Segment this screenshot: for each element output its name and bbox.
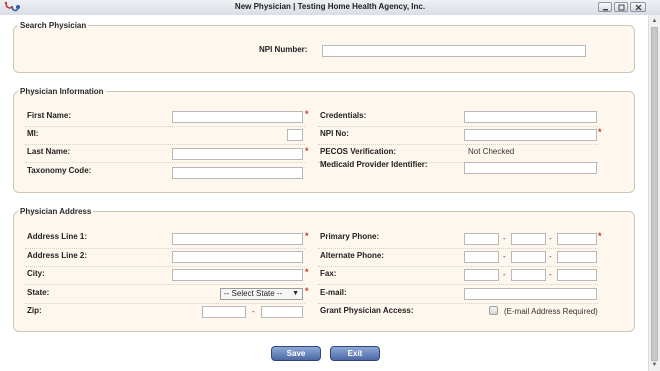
zip-input[interactable]	[202, 306, 246, 318]
row-divider	[25, 162, 305, 163]
minimize-icon	[603, 9, 608, 11]
required-marker: *	[305, 231, 309, 241]
maximize-icon	[618, 4, 625, 11]
vertical-scrollbar[interactable]: ▲ ▼	[648, 15, 660, 371]
alternate-phone-prefix-input[interactable]	[511, 251, 546, 263]
city-input[interactable]	[172, 269, 303, 281]
required-marker: *	[305, 286, 309, 296]
primary-phone-prefix-input[interactable]	[511, 233, 546, 245]
primary-phone-area-input[interactable]	[464, 233, 499, 245]
npi-number-input[interactable]	[322, 45, 586, 57]
required-marker: *	[305, 109, 309, 119]
pecos-status: Not Checked	[468, 147, 515, 156]
address-line-2-input[interactable]	[172, 251, 303, 263]
close-icon	[635, 4, 642, 11]
zip-dash: -	[252, 307, 255, 316]
row-divider	[25, 144, 305, 145]
window-titlebar: New Physician | Testing Home Health Agen…	[0, 0, 660, 16]
credentials-input[interactable]	[464, 111, 597, 123]
npi-no-label: NPI No:	[320, 129, 349, 138]
row-divider	[318, 303, 598, 304]
taxonomy-code-label: Taxonomy Code:	[27, 166, 92, 175]
zip-extension-input[interactable]	[261, 306, 303, 318]
scroll-down-icon[interactable]: ▼	[649, 360, 660, 370]
primary-phone-label: Primary Phone:	[320, 232, 380, 241]
required-marker: *	[305, 267, 309, 277]
dropdown-arrow-icon: ▼	[292, 290, 299, 297]
minimize-button[interactable]	[598, 2, 612, 12]
alternate-phone-label: Alternate Phone:	[320, 251, 385, 260]
phone-dash: -	[503, 270, 506, 279]
grant-physician-access-checkbox[interactable]	[489, 306, 498, 315]
close-button[interactable]	[630, 2, 646, 12]
npi-no-input[interactable]	[464, 129, 597, 141]
form-content: Search Physician NPI Number: Physician I…	[0, 15, 648, 371]
last-name-label: Last Name:	[27, 147, 71, 156]
phone-dash: -	[549, 270, 552, 279]
email-label: E-mail:	[320, 288, 347, 297]
save-button[interactable]: Save	[271, 346, 321, 361]
row-divider	[318, 144, 598, 145]
alternate-phone-line-input[interactable]	[557, 251, 597, 263]
row-divider	[318, 126, 598, 127]
phone-dash: -	[503, 252, 506, 261]
scroll-up-icon[interactable]: ▲	[649, 16, 660, 26]
fax-prefix-input[interactable]	[511, 269, 546, 281]
medicaid-provider-identifier-label: Medicaid Provider Identifier:	[320, 160, 428, 169]
address-line-1-input[interactable]	[172, 233, 303, 245]
row-divider	[25, 248, 305, 249]
state-select-value: -- Select State --	[224, 289, 283, 298]
state-select[interactable]: -- Select State -- ▼	[220, 288, 303, 300]
address-line-2-label: Address Line 2:	[27, 251, 88, 260]
grant-physician-access-label: Grant Physician Access:	[320, 306, 414, 315]
address-line-1-label: Address Line 1:	[27, 232, 88, 241]
npi-number-label: NPI Number:	[259, 45, 308, 54]
search-physician-legend: Search Physician	[20, 21, 87, 30]
fax-line-input[interactable]	[557, 269, 597, 281]
mi-input[interactable]	[287, 129, 303, 141]
taxonomy-code-input[interactable]	[172, 167, 303, 179]
required-marker: *	[598, 231, 602, 241]
phone-dash: -	[549, 252, 552, 261]
physician-information-legend: Physician Information	[20, 87, 104, 96]
phone-dash: -	[549, 234, 552, 243]
fax-area-input[interactable]	[464, 269, 499, 281]
city-label: City:	[27, 269, 45, 278]
phone-dash: -	[503, 234, 506, 243]
first-name-label: First Name:	[27, 111, 72, 120]
row-divider	[318, 284, 598, 285]
mi-label: MI:	[27, 129, 39, 138]
row-divider	[25, 303, 305, 304]
row-divider	[318, 266, 598, 267]
zip-label: Zip:	[27, 306, 42, 315]
scrollbar-thumb[interactable]	[651, 27, 658, 361]
maximize-button[interactable]	[614, 2, 628, 12]
required-marker: *	[598, 127, 602, 137]
credentials-label: Credentials:	[320, 111, 367, 120]
row-divider	[25, 266, 305, 267]
pecos-verification-label: PECOS Verification:	[320, 147, 397, 156]
alternate-phone-area-input[interactable]	[464, 251, 499, 263]
required-marker: *	[305, 146, 309, 156]
state-label: State:	[27, 288, 50, 297]
primary-phone-line-input[interactable]	[557, 233, 597, 245]
exit-button[interactable]: Exit	[330, 346, 380, 361]
physician-address-legend: Physician Address	[20, 207, 92, 216]
email-required-note: (E-mail Address Required)	[504, 307, 598, 316]
row-divider	[25, 284, 305, 285]
medicaid-provider-identifier-input[interactable]	[464, 162, 597, 174]
window-title: New Physician | Testing Home Health Agen…	[234, 2, 426, 11]
first-name-input[interactable]	[172, 111, 303, 123]
fax-label: Fax:	[320, 269, 337, 278]
email-input[interactable]	[464, 288, 597, 300]
last-name-input[interactable]	[172, 148, 303, 160]
row-divider	[25, 126, 305, 127]
row-divider	[318, 248, 598, 249]
